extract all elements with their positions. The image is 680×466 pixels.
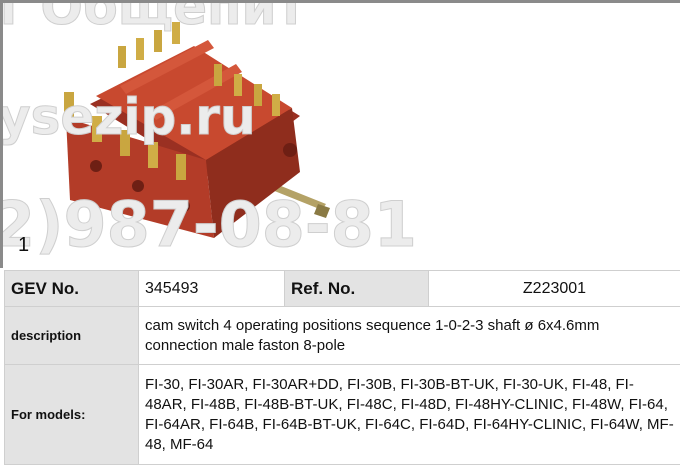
photo-frame-left [0,0,3,268]
watermark-phone: 2)987-08-81 [0,188,417,262]
watermark-company: т Общепит [0,0,306,37]
photo-frame-top [0,0,680,3]
models-value: FI-30, FI-30AR, FI-30AR+DD, FI-30B, FI-3… [138,364,680,465]
spec-row-description: description cam switch 4 operating posit… [4,306,680,365]
gev-value: 345493 [138,270,285,307]
watermark-site: ysezip.ru [0,88,256,147]
product-photo-area: т Общепит ysezip.ru 2)987-08-81 1 [0,0,680,268]
description-label: description [4,306,139,365]
spec-row-numbers: GEV No. 345493 Ref. No. Z223001 [4,270,680,307]
description-value: cam switch 4 operating positions sequenc… [138,306,680,365]
spec-row-models: For models: FI-30, FI-30AR, FI-30AR+DD, … [4,364,680,465]
models-label: For models: [4,364,139,465]
gev-label: GEV No. [4,270,139,307]
figure-number: 1 [18,234,30,256]
ref-value: Z223001 [428,270,680,307]
spec-table: GEV No. 345493 Ref. No. Z223001 descript… [4,270,680,465]
ref-label: Ref. No. [284,270,429,307]
